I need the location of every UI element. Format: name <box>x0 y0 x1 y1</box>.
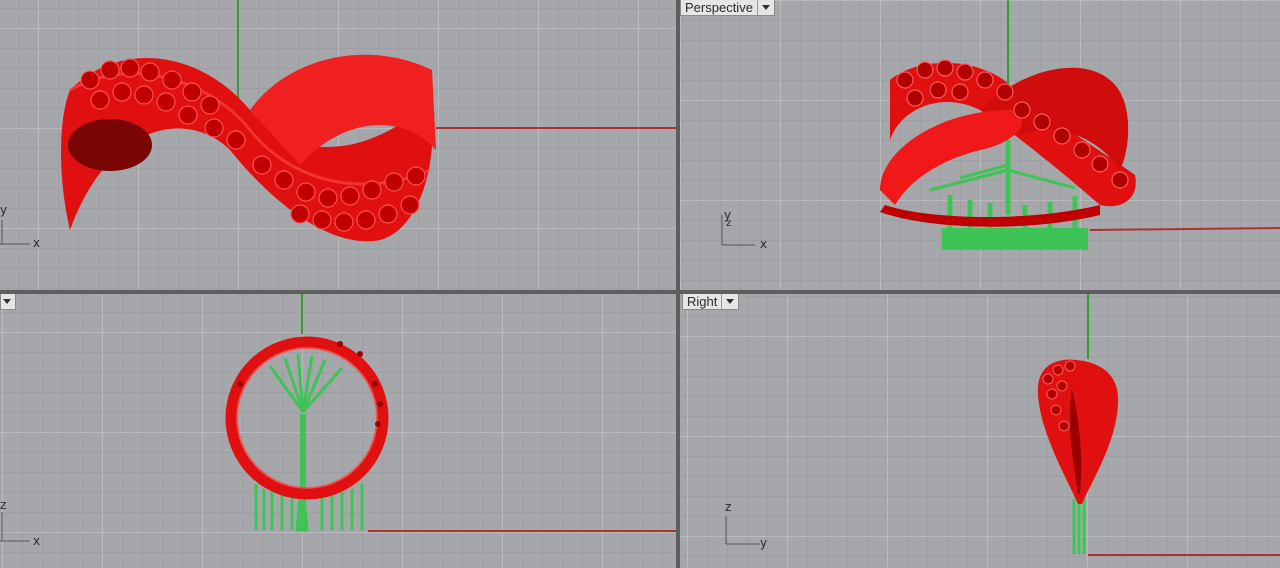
axis-label-z: z <box>0 498 7 512</box>
viewport-title-tab[interactable] <box>0 294 16 310</box>
front-scene <box>0 294 676 542</box>
axis-label-x: x <box>33 534 41 548</box>
axis-label-y: y <box>0 203 8 217</box>
right-scene <box>725 294 1280 556</box>
x-axis-line <box>1089 227 1280 231</box>
axis-label-z: z <box>725 500 732 514</box>
ring-model[interactable] <box>1037 359 1119 504</box>
viewport-front[interactable]: x z <box>0 294 676 568</box>
axis-label-x: x <box>33 236 41 250</box>
chevron-down-icon[interactable] <box>3 299 11 304</box>
viewport-top[interactable]: x y <box>0 0 676 290</box>
top-scene <box>0 0 676 245</box>
chevron-down-icon[interactable] <box>761 5 770 10</box>
support-structure <box>1072 499 1086 554</box>
viewport-right[interactable]: Right y z <box>680 294 1280 568</box>
viewport-title-tab[interactable]: Perspective <box>680 0 775 16</box>
axis-label-x: x <box>760 237 768 251</box>
axis-label-z: z <box>726 218 732 229</box>
viewport-title: Right <box>687 294 723 310</box>
chevron-down-icon[interactable] <box>726 299 735 304</box>
viewport-title: Perspective <box>685 0 758 16</box>
ring-model[interactable] <box>61 54 436 242</box>
viewport-perspective[interactable]: Perspective x y z <box>680 0 1280 290</box>
axis-label-y: y <box>760 536 768 550</box>
support-structure <box>254 353 364 532</box>
ring-model[interactable] <box>225 336 389 500</box>
viewport-title-tab[interactable]: Right <box>682 294 740 310</box>
perspective-scene <box>721 0 1280 250</box>
